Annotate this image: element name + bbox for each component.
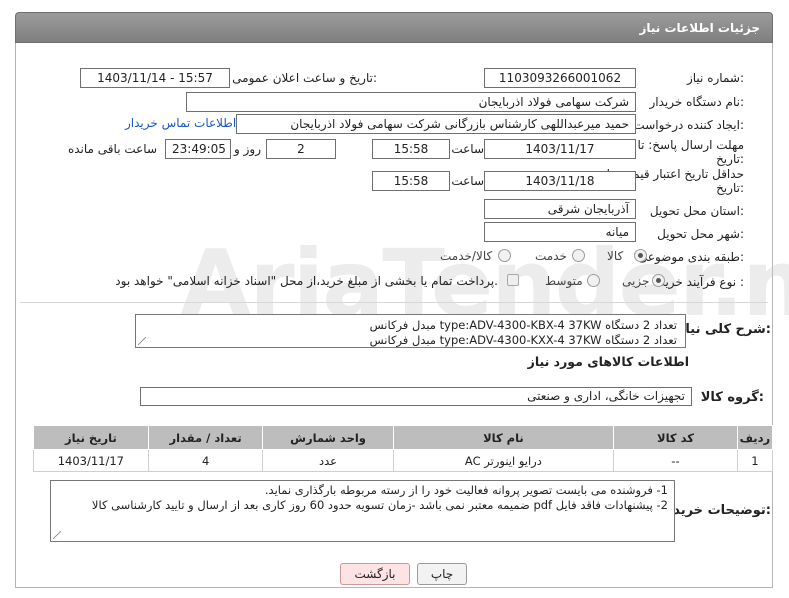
panel-title: جزئیات اطلاعات نیاز: [639, 21, 760, 35]
cell-unit: عدد: [262, 449, 394, 472]
reply-deadline-time-label: ساعت: [451, 142, 484, 156]
back-button[interactable]: بازگشت: [340, 563, 410, 585]
panel-header: جزئیات اطلاعات نیاز: [15, 12, 773, 43]
treasury-checkbox[interactable]: [507, 274, 519, 286]
resize-grip-icon[interactable]: [53, 531, 61, 539]
delivery-city-field: میانه: [484, 222, 636, 242]
description-line-2: مبدل فرکانس type:ADV-4300-KXX-4 37KW تعد…: [369, 333, 677, 347]
col-header-unit: واحد شمارش: [262, 425, 394, 450]
buyer-note-line-2: 2- پیشنهادات فاقد فایل pdf ضمیمه معتبر ن…: [91, 498, 668, 512]
cell-row-number: 1: [736, 449, 774, 472]
treasury-note: پرداخت تمام یا بخشی از مبلغ خرید،از محل …: [115, 274, 498, 288]
price-validity-label-2: تاریخ:: [716, 181, 744, 195]
goods-group-label: گروه کالا:: [700, 390, 764, 405]
category-option-goods: کالا: [607, 249, 624, 263]
col-header-goods-code: کد کالا: [613, 425, 738, 450]
price-validity-date-field: 1403/11/18: [484, 171, 636, 191]
reply-days-field: 2: [266, 139, 336, 159]
col-header-need-date: تاریخ نیاز: [33, 425, 149, 450]
buyer-notes-label: توضیحات خریدار:: [661, 503, 771, 518]
category-radio-goods[interactable]: [634, 249, 647, 262]
buyer-org-field: شرکت سهامی فولاد اذربایجان: [186, 92, 636, 112]
resize-grip-icon[interactable]: [138, 337, 146, 345]
description-textarea[interactable]: مبدل فرکانس type:ADV-4300-KBX-4 37KW تعد…: [135, 314, 686, 348]
goods-group-field: تجهیزات خانگی، اداری و صنعتی: [140, 387, 692, 406]
reply-deadline-time-field: 15:58: [372, 139, 450, 159]
delivery-city-label: شهر محل تحویل:: [657, 227, 744, 241]
cell-need-date: 1403/11/17: [33, 449, 149, 472]
announce-datetime-field: 1403/11/14 - 15:57: [80, 68, 230, 88]
print-button[interactable]: چاپ: [417, 563, 467, 585]
col-header-quantity: تعداد / مقدار: [147, 425, 264, 450]
purchase-type-label: نوع فرآیند خرید :: [659, 275, 744, 289]
table-row: 1 -- درایو اینورتر AC عدد 4 1403/11/17: [33, 449, 774, 472]
buyer-contact-link[interactable]: اطلاعات تماس خریدار: [125, 116, 236, 130]
price-validity-time-field: 15:58: [372, 171, 450, 191]
purchase-type-option-minor: جزیی: [622, 274, 650, 288]
reply-deadline-label-2: تاریخ:: [716, 152, 744, 166]
purchase-type-option-medium: متوسط: [545, 274, 583, 288]
reply-deadline-label: مهلت ارسال پاسخ: تا: [637, 138, 744, 152]
buyer-notes-textarea[interactable]: 1- فروشنده می بایست تصویر پروانه فعالیت …: [50, 480, 675, 542]
price-validity-time-label: ساعت: [451, 174, 484, 188]
goods-table-header: ردیف کد کالا نام کالا واحد شمارش تعداد /…: [33, 425, 774, 450]
remaining-time-label: ساعت باقی مانده: [67, 142, 157, 156]
cell-goods-code: --: [613, 449, 738, 472]
category-radio-service[interactable]: [572, 249, 585, 262]
reply-deadline-date-field: 1403/11/17: [484, 139, 636, 159]
announce-datetime-label: تاریخ و ساعت اعلان عمومی:: [232, 71, 377, 85]
remaining-time-field: 23:49:05: [165, 139, 231, 159]
need-number-field: 1103093266001062: [484, 68, 636, 88]
reply-days-label: روز و: [234, 142, 261, 156]
col-header-goods-name: نام کالا: [392, 425, 615, 450]
goods-table: ردیف کد کالا نام کالا واحد شمارش تعداد /…: [33, 425, 774, 472]
category-option-goods-service: کالا/خدمت: [440, 249, 493, 263]
description-line-1: مبدل فرکانس type:ADV-4300-KBX-4 37KW تعد…: [369, 318, 677, 332]
col-header-row-number: ردیف: [736, 425, 774, 450]
purchase-type-radio-minor[interactable]: [652, 274, 665, 287]
need-number-label: شماره نیاز:: [686, 71, 744, 85]
cell-goods-name: درایو اینورتر AC: [392, 449, 615, 472]
category-option-service: خدمت: [535, 249, 567, 263]
buyer-org-label: نام دستگاه خریدار:: [649, 95, 745, 109]
delivery-province-field: آذربایجان شرقی: [484, 199, 636, 219]
purchase-type-radio-medium[interactable]: [587, 274, 600, 287]
delivery-province-label: استان محل تحویل:: [649, 204, 744, 218]
buyer-note-line-1: 1- فروشنده می بایست تصویر پروانه فعالیت …: [264, 483, 668, 497]
category-radio-goods-service[interactable]: [498, 249, 511, 262]
requester-label: ایجاد کننده درخواست:: [633, 118, 744, 132]
description-label: شرح کلی نیاز:: [677, 322, 771, 337]
cell-quantity: 4: [147, 449, 264, 472]
requester-field: حمید میرعبداللهی کارشناس بازرگانی شرکت س…: [236, 114, 636, 134]
separator: [20, 302, 768, 303]
goods-section-title: اطلاعات کالاهای مورد نیاز: [527, 354, 689, 369]
category-label: طبقه بندی موضوعی:: [637, 250, 744, 264]
